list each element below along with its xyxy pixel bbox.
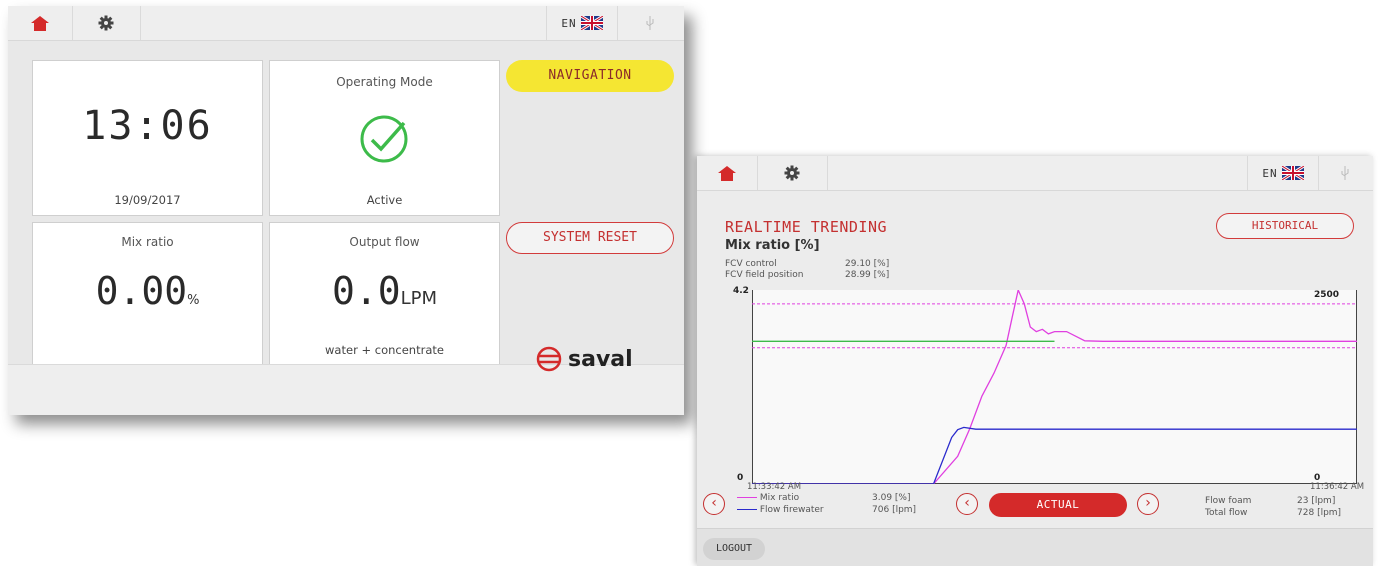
mix-ratio-tile: Mix ratio 0.00%	[32, 222, 263, 379]
mix-ratio-title: Mix ratio	[121, 235, 174, 249]
flow-foam-number: 23	[1297, 496, 1309, 506]
dashboard-topbar: EN	[8, 6, 684, 41]
y-left-max: 4.2	[733, 286, 749, 296]
language-selector-2[interactable]: EN	[1247, 156, 1319, 190]
total-flow-label: Total flow	[1205, 508, 1248, 518]
legend-flow-firewater-label: Flow firewater	[759, 505, 824, 515]
chevron-left-icon: ‹	[964, 495, 970, 511]
series-line-0	[752, 290, 1357, 484]
fcv-field-unit: [%]	[873, 270, 890, 280]
series-line-1	[752, 426, 1357, 484]
total-flow-unit: [lpm]	[1317, 508, 1342, 518]
mix-ratio-value: 0.00	[95, 269, 188, 313]
usb-status-2	[1317, 156, 1373, 190]
output-flow-title: Output flow	[349, 235, 420, 249]
realtime-trending-title: REALTIME TRENDING	[725, 218, 888, 236]
usb-icon	[1341, 166, 1349, 180]
legend-flow-firewater: Flow firewater	[737, 505, 824, 515]
actual-button[interactable]: ACTUAL	[989, 493, 1127, 517]
settings-button[interactable]	[72, 6, 141, 40]
saval-logo-icon	[536, 346, 562, 372]
language-code-2: EN	[1262, 166, 1278, 180]
total-flow-number: 728	[1297, 508, 1315, 518]
flow-foam-value: 23 [lpm]	[1297, 496, 1335, 506]
fcv-control-number: 29.10	[845, 259, 871, 269]
back-button[interactable]: ‹	[956, 493, 978, 515]
system-reset-button[interactable]: SYSTEM RESET	[506, 222, 674, 254]
x-end-label: 11:36:42 AM	[1310, 482, 1365, 492]
trend-chart-svg	[752, 290, 1357, 484]
legend-mix-ratio-label: Mix ratio	[759, 493, 800, 503]
output-flow-sub: water + concentrate	[325, 343, 444, 357]
trending-footer: LOGOUT	[697, 528, 1373, 566]
chart-subtitle: Mix ratio [%]	[725, 238, 820, 253]
home-button-2[interactable]	[697, 156, 758, 190]
output-flow-readout: 0.0LPM	[270, 269, 499, 313]
flow-firewater-unit: [lpm]	[892, 505, 917, 515]
output-flow-unit: LPM	[400, 288, 438, 309]
gear-icon	[98, 15, 114, 31]
chevron-left-icon: ‹	[711, 495, 717, 511]
chevron-right-icon: ›	[1145, 495, 1151, 511]
historical-button[interactable]: HISTORICAL	[1216, 213, 1354, 239]
trending-topbar: EN	[697, 156, 1373, 191]
trending-panel: EN REALTIME TRENDING Mix ratio [%] HISTO…	[697, 156, 1373, 566]
y-left-min: 0	[737, 473, 744, 483]
forward-button[interactable]: ›	[1137, 493, 1159, 515]
mix-ratio-number: 3.09	[872, 493, 893, 503]
mix-ratio-unit-2: [%]	[894, 493, 911, 503]
clock-date: 19/09/2017	[114, 193, 181, 207]
saval-logo-text: saval	[568, 346, 633, 372]
home-button[interactable]	[8, 6, 73, 40]
operating-mode-tile: Operating Mode Active	[269, 60, 500, 216]
operating-mode-title: Operating Mode	[336, 75, 433, 89]
uk-flag-icon	[580, 16, 603, 30]
language-code: EN	[561, 16, 577, 30]
y-right-max: 2500	[1314, 290, 1340, 300]
clock-time: 13:06	[82, 103, 213, 149]
legend-flow-firewater-value: 706 [lpm]	[872, 505, 916, 515]
flow-foam-label: Flow foam	[1205, 496, 1252, 506]
legend-mix-ratio: Mix ratio	[737, 493, 799, 503]
settings-button-2[interactable]	[757, 156, 828, 190]
output-flow-tile: Output flow 0.0LPM water + concentrate	[269, 222, 500, 379]
language-selector[interactable]: EN	[546, 6, 618, 40]
uk-flag-icon	[1281, 166, 1304, 180]
fcv-field-position-value: 28.99 [%]	[845, 270, 889, 280]
legend-mix-ratio-value: 3.09 [%]	[872, 493, 911, 503]
trend-chart	[752, 290, 1357, 484]
check-icon	[360, 115, 408, 163]
home-icon	[31, 15, 49, 31]
flow-firewater-number: 706	[872, 505, 890, 515]
fcv-field-position-label: FCV field position	[725, 270, 804, 280]
mix-ratio-unit: %	[187, 293, 200, 308]
total-flow-value: 728 [lpm]	[1297, 508, 1341, 518]
gear-icon	[784, 165, 800, 181]
home-icon	[718, 165, 736, 181]
logout-button[interactable]: LOGOUT	[703, 538, 765, 560]
legend-swatch-magenta	[737, 497, 757, 498]
flow-foam-unit: [lpm]	[1311, 496, 1336, 506]
operating-mode-status: Active	[366, 193, 403, 207]
output-flow-value: 0.0	[331, 269, 401, 313]
navigation-button[interactable]: NAVIGATION	[506, 60, 674, 92]
fcv-control-value: 29.10 [%]	[845, 259, 889, 269]
dashboard-panel: EN 13:06 19/09/2017 Operating Mode Activ…	[8, 6, 684, 415]
x-start-label: 11:33:42 AM	[747, 482, 802, 492]
fcv-control-unit: [%]	[873, 259, 890, 269]
fcv-field-number: 28.99	[845, 270, 871, 280]
legend-swatch-blue	[737, 509, 757, 510]
saval-logo: saval	[536, 346, 633, 372]
clock-tile: 13:06 19/09/2017	[32, 60, 263, 216]
fcv-control-label: FCV control	[725, 259, 777, 269]
usb-icon	[646, 16, 654, 30]
mix-ratio-readout: 0.00%	[33, 269, 262, 313]
usb-status	[616, 6, 684, 40]
prev-button[interactable]: ‹	[703, 493, 725, 515]
